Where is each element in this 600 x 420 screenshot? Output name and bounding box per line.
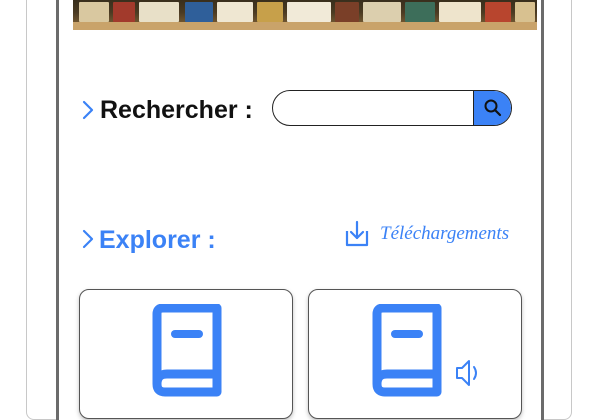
search-label: Rechercher : [100,96,253,124]
search-button[interactable] [473,91,511,125]
search-box [272,90,512,126]
download-icon [345,220,369,247]
downloads-link[interactable]: Téléchargements [342,217,509,251]
downloads-label: Téléchargements [380,223,510,244]
audiobook-icon [372,304,477,397]
chevron-right-icon [82,100,94,120]
bookstore-banner-image [73,0,537,30]
book-icon [152,304,222,397]
search-icon [484,99,501,117]
search-input[interactable] [283,96,477,122]
chevron-right-icon [82,229,94,249]
explore-heading: Explorer : [99,226,216,254]
